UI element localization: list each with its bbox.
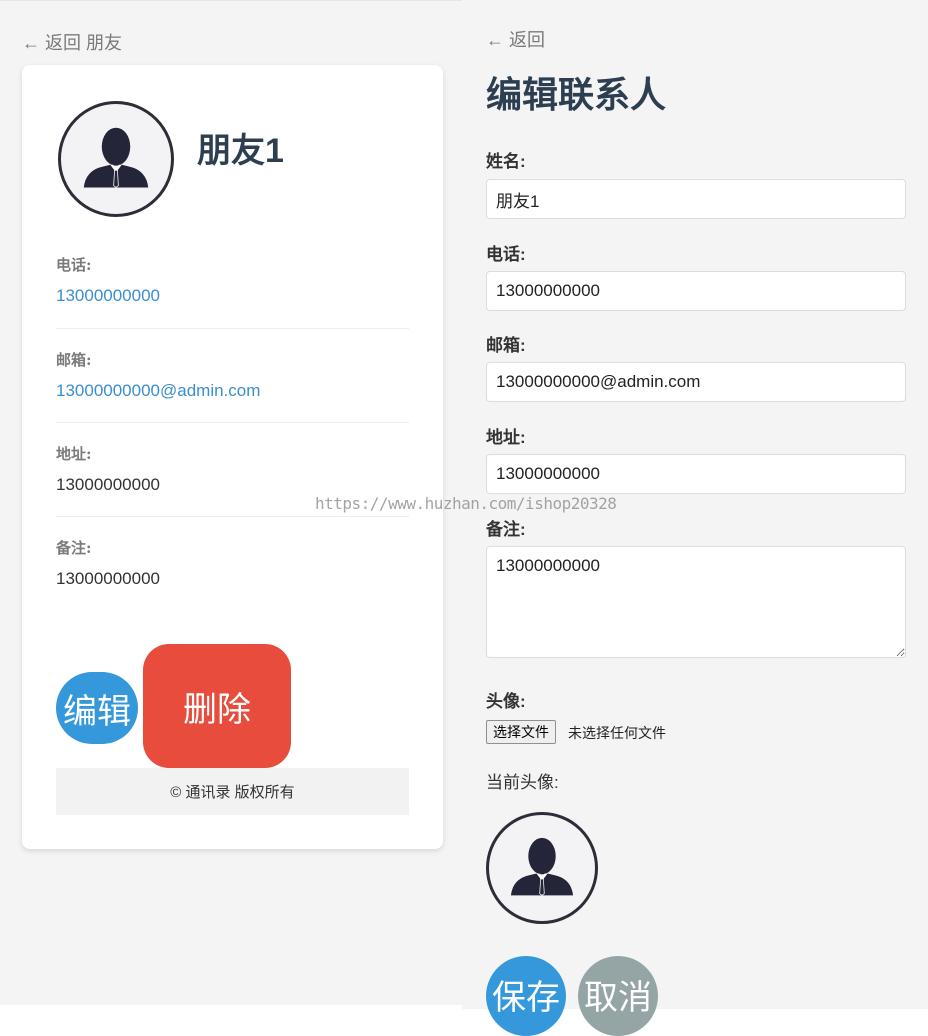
notes-value: 13000000000 <box>56 569 161 588</box>
address-field[interactable] <box>486 454 906 494</box>
email-field-label: 邮箱: <box>486 336 526 355</box>
address-label: 地址: <box>56 445 92 463</box>
current-avatar <box>486 812 598 924</box>
cancel-button[interactable]: 取消 <box>578 956 658 1036</box>
email-field[interactable] <box>486 362 906 402</box>
person-silhouette-icon <box>510 837 574 896</box>
notes-field-label: 备注: <box>486 520 526 539</box>
phone-field-label: 电话: <box>486 245 526 264</box>
notes-label: 备注: <box>56 539 92 557</box>
email-link[interactable]: 13000000000@admin.com <box>56 381 260 401</box>
save-button[interactable]: 保存 <box>486 956 566 1036</box>
divider <box>56 422 409 423</box>
back-to-friends-link[interactable]: ← 返回 朋友 <box>22 29 122 55</box>
person-silhouette-icon <box>83 127 149 188</box>
contact-name: 朋友1 <box>197 132 284 170</box>
divider <box>56 516 409 517</box>
choose-file-button[interactable]: 选择文件 <box>486 720 556 744</box>
avatar-field-label: 头像: <box>486 692 526 711</box>
file-status-text: 未选择任何文件 <box>568 725 666 741</box>
current-avatar-label: 当前头像: <box>486 773 559 792</box>
back-link[interactable]: ← 返回 <box>486 26 545 52</box>
edit-button[interactable]: 编辑 <box>56 672 138 744</box>
phone-link[interactable]: 13000000000 <box>56 286 160 306</box>
name-label: 姓名: <box>486 152 526 171</box>
divider <box>56 328 409 329</box>
name-field[interactable] <box>486 179 906 219</box>
email-label: 邮箱: <box>56 351 92 369</box>
delete-button[interactable]: 删除 <box>143 644 291 768</box>
phone-label: 电话: <box>56 256 92 274</box>
notes-textarea[interactable]: 13000000000 <box>486 546 906 658</box>
footer-copyright: © 通讯录 版权所有 <box>56 768 409 815</box>
page-title: 编辑联系人 <box>486 74 667 115</box>
phone-field[interactable] <box>486 271 906 311</box>
address-value: 13000000000 <box>56 475 161 494</box>
contact-avatar <box>58 101 174 217</box>
address-field-label: 地址: <box>486 428 526 447</box>
watermark-text: https://www.huzhan.com/ishop20328 <box>315 494 617 513</box>
